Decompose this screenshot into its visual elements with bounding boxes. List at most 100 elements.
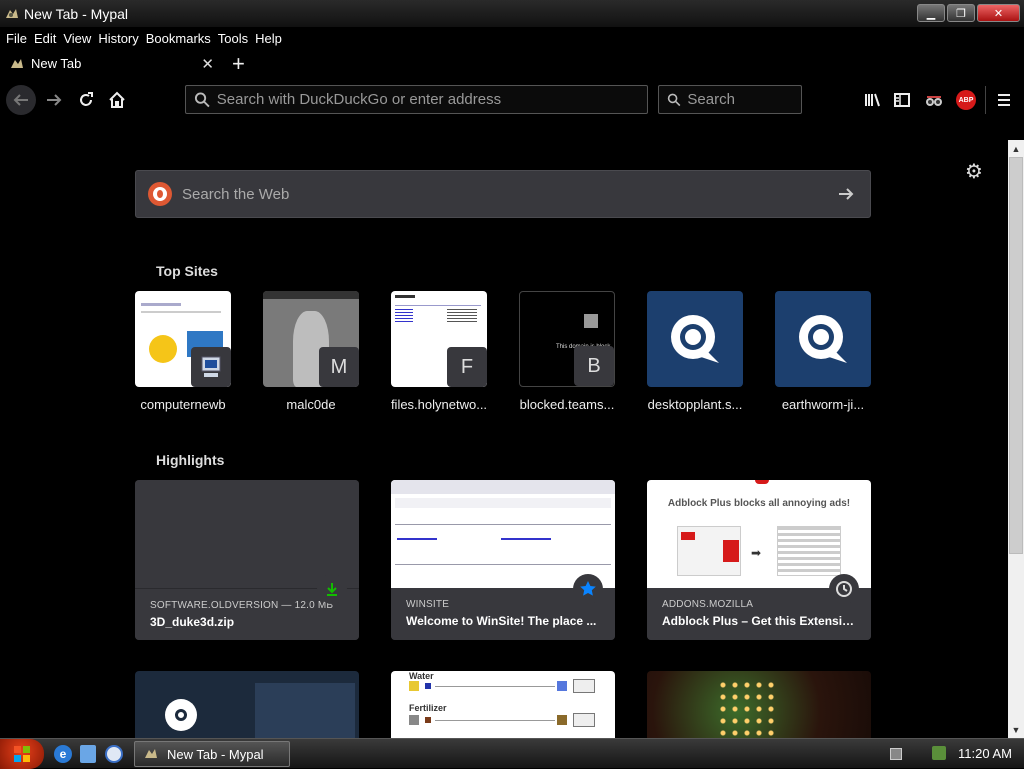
forward-button[interactable] bbox=[40, 86, 68, 114]
fertilizer-label: Fertilizer bbox=[409, 703, 447, 713]
media-player-icon[interactable] bbox=[105, 745, 123, 763]
top-site-malc0de[interactable]: M malc0de bbox=[263, 291, 359, 412]
highlight-card-adblockplus[interactable]: Adblock Plus blocks all annoying ads! ➡ … bbox=[647, 480, 871, 640]
web-search-input[interactable] bbox=[182, 185, 836, 203]
highlight-title: 3D_duke3d.zip bbox=[150, 615, 235, 629]
top-site-blocked-teams[interactable]: This domain is block B blocked.teams... bbox=[519, 291, 615, 412]
highlight-source: SOFTWARE.OLDVERSION — 12.0 MB bbox=[150, 600, 334, 611]
highlight-title: Welcome to WinSite! The place ... bbox=[406, 614, 597, 628]
windows-taskbar: e New Tab - Mypal 11:20 AM bbox=[0, 738, 1024, 769]
top-site-label: computernewb bbox=[140, 397, 226, 412]
menu-bar: File Edit View History Bookmarks Tools H… bbox=[0, 27, 1024, 49]
menu-file[interactable]: File bbox=[6, 31, 27, 46]
top-site-computernewb[interactable]: computernewb bbox=[135, 291, 231, 412]
windows-logo-icon bbox=[14, 746, 30, 762]
site-thumbnail bbox=[775, 291, 871, 387]
mypal-tab-icon bbox=[11, 58, 23, 68]
highlight-preview bbox=[391, 480, 615, 588]
adblock-banner-text: Adblock Plus blocks all annoying ads! bbox=[667, 498, 851, 509]
menu-history[interactable]: History bbox=[98, 31, 138, 46]
site-letter-badge: F bbox=[447, 347, 487, 387]
search-go-arrow-icon[interactable] bbox=[836, 184, 856, 204]
top-sites-title: Top Sites bbox=[156, 263, 218, 279]
highlight-card-duke3d[interactable]: SOFTWARE.OLDVERSION — 12.0 MB 3D_duke3d.… bbox=[135, 480, 359, 640]
vertical-scrollbar[interactable]: ▲ ▼ bbox=[1008, 140, 1024, 738]
address-bar[interactable] bbox=[185, 85, 648, 114]
taskbar-mypal-window[interactable]: New Tab - Mypal bbox=[134, 741, 290, 767]
reload-icon bbox=[80, 92, 93, 106]
menu-tools[interactable]: Tools bbox=[218, 31, 248, 46]
site-thumbnail bbox=[135, 291, 231, 387]
tab-new-tab[interactable]: New Tab ✕ bbox=[0, 49, 224, 78]
search-bar[interactable] bbox=[658, 85, 802, 114]
search-icon bbox=[667, 93, 681, 106]
internet-explorer-icon[interactable]: e bbox=[54, 745, 72, 763]
top-site-files-holynetwork[interactable]: F files.holynetwo... bbox=[391, 291, 487, 412]
taskbar-clock[interactable]: 11:20 AM bbox=[958, 746, 1012, 761]
bookmark-star-icon bbox=[573, 574, 603, 604]
window-title: New Tab - Mypal bbox=[24, 5, 129, 22]
highlight-preview: Adblock Plus blocks all annoying ads! ➡ bbox=[647, 480, 871, 588]
highlight-preview bbox=[135, 480, 359, 588]
site-thumbnail: This domain is block B bbox=[519, 291, 615, 387]
download-icon bbox=[317, 574, 347, 604]
reload-button[interactable] bbox=[72, 86, 100, 114]
tab-close-icon[interactable]: ✕ bbox=[201, 55, 214, 73]
private-mask-button[interactable] bbox=[920, 86, 948, 114]
home-button[interactable] bbox=[103, 86, 131, 114]
sidebar-button[interactable] bbox=[888, 86, 916, 114]
menu-bookmarks[interactable]: Bookmarks bbox=[146, 31, 211, 46]
highlight-card-steam[interactable] bbox=[135, 671, 359, 738]
mask-icon bbox=[926, 96, 942, 106]
highlight-source: ADDONS.MOZILLA bbox=[662, 599, 754, 610]
highlight-card-winsite[interactable]: WINSITE Welcome to WinSite! The place ..… bbox=[391, 480, 615, 640]
mypal-app-icon bbox=[6, 8, 18, 18]
start-button[interactable] bbox=[0, 739, 44, 769]
top-site-label: earthworm-ji... bbox=[781, 397, 865, 412]
network-tray-icon[interactable] bbox=[932, 746, 946, 760]
highlight-card-tree-photo[interactable] bbox=[647, 671, 871, 738]
menu-help[interactable]: Help bbox=[255, 31, 282, 46]
menu-edit[interactable]: Edit bbox=[34, 31, 56, 46]
web-search-box[interactable] bbox=[135, 170, 871, 218]
water-label: Water bbox=[409, 671, 434, 681]
steam-icon bbox=[165, 699, 197, 731]
highlights-title: Highlights bbox=[156, 452, 225, 468]
close-window-button[interactable]: ✕ bbox=[977, 4, 1020, 22]
search-bubble-icon bbox=[671, 315, 719, 363]
scrollbar-thumb[interactable] bbox=[1009, 157, 1023, 554]
menu-button[interactable] bbox=[990, 86, 1018, 114]
library-button[interactable] bbox=[858, 86, 886, 114]
adblock-plus-button[interactable]: ABP bbox=[952, 86, 980, 114]
new-tab-button[interactable]: + bbox=[232, 51, 245, 77]
minimize-button[interactable]: ▁ bbox=[917, 4, 945, 22]
highlight-preview bbox=[255, 683, 355, 738]
search-input[interactable] bbox=[687, 91, 801, 108]
history-clock-icon bbox=[829, 574, 859, 604]
menu-view[interactable]: View bbox=[63, 31, 91, 46]
hamburger-menu-icon bbox=[998, 94, 1010, 106]
maximize-button[interactable]: ❐ bbox=[947, 4, 975, 22]
top-site-earthworm[interactable]: earthworm-ji... bbox=[775, 291, 871, 412]
site-thumbnail: M bbox=[263, 291, 359, 387]
keyboard-tray-icon[interactable] bbox=[890, 748, 902, 760]
top-site-label: desktopplant.s... bbox=[647, 397, 743, 412]
taskbar-task-label: New Tab - Mypal bbox=[167, 746, 264, 762]
scroll-up-arrow-icon[interactable]: ▲ bbox=[1008, 140, 1024, 157]
top-site-desktopplant[interactable]: desktopplant.s... bbox=[647, 291, 743, 412]
mypal-taskbar-icon bbox=[145, 749, 157, 758]
site-thumbnail: F bbox=[391, 291, 487, 387]
tab-label: New Tab bbox=[31, 56, 82, 71]
explorer-folder-icon[interactable] bbox=[80, 745, 96, 763]
top-site-label: files.holynetwo... bbox=[390, 397, 488, 412]
search-bubble-icon bbox=[799, 315, 847, 363]
scroll-down-arrow-icon[interactable]: ▼ bbox=[1008, 721, 1024, 738]
site-thumbnail bbox=[647, 291, 743, 387]
library-icon bbox=[865, 93, 880, 107]
highlight-card-plant-game[interactable]: Water Fertilizer bbox=[391, 671, 615, 738]
navigation-toolbar: ABP bbox=[0, 78, 1024, 122]
customize-gear-icon[interactable]: ⚙ bbox=[965, 159, 983, 184]
address-input[interactable] bbox=[216, 91, 647, 108]
new-tab-page: ⚙ Top Sites computernewb M malc0de bbox=[0, 140, 1008, 738]
back-button[interactable] bbox=[6, 85, 36, 115]
